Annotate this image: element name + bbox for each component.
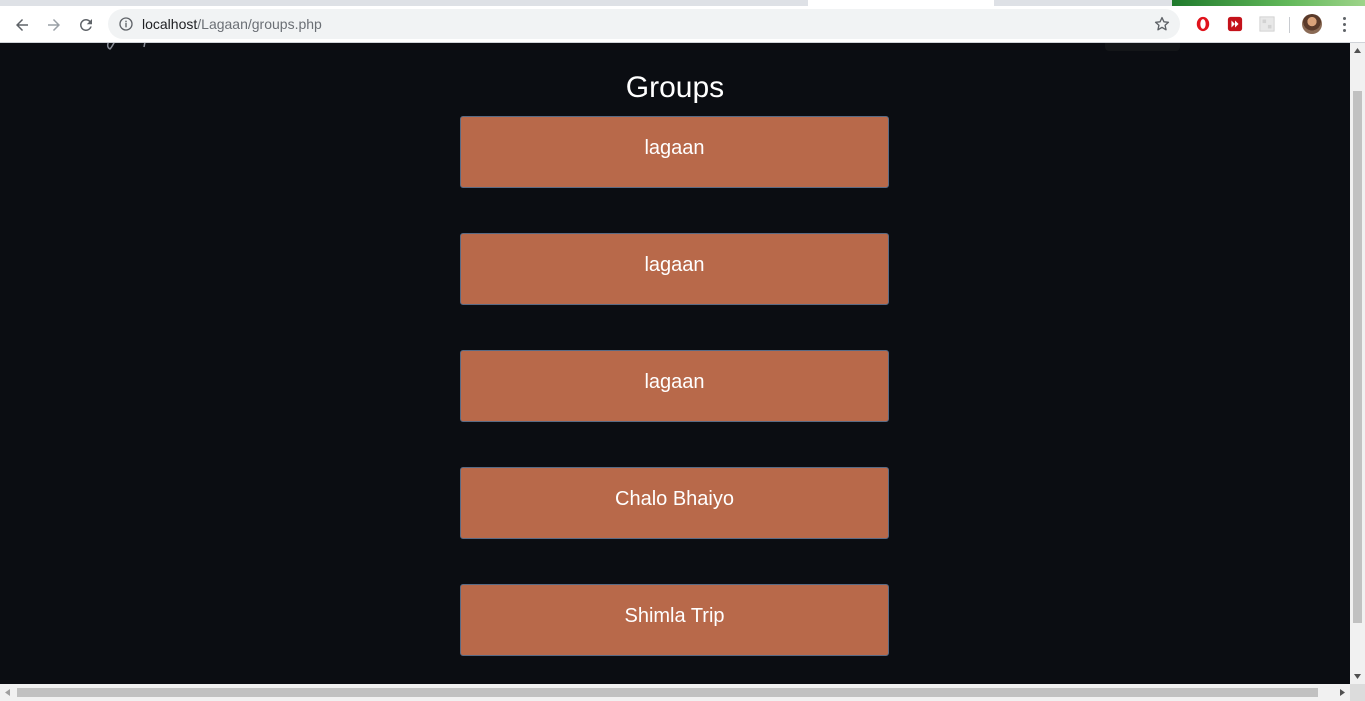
- address-bar[interactable]: localhost/Lagaan/groups.php: [108, 9, 1180, 39]
- group-button[interactable]: lagaan: [460, 116, 889, 188]
- back-button[interactable]: [9, 12, 35, 38]
- browser-toolbar: localhost/Lagaan/groups.php: [0, 6, 1365, 43]
- scroll-left-icon[interactable]: [0, 684, 15, 701]
- info-icon[interactable]: [118, 16, 134, 32]
- url-path: /Lagaan/groups.php: [197, 16, 322, 32]
- forward-button[interactable]: [41, 12, 67, 38]
- group-button[interactable]: lagaan: [460, 233, 889, 305]
- opera-icon: [1196, 16, 1210, 32]
- forward-arrow-icon: [48, 19, 60, 31]
- scrollbar-corner: [1350, 684, 1365, 701]
- reload-icon: [79, 18, 92, 31]
- media-extension[interactable]: [1226, 15, 1244, 33]
- avatar[interactable]: [1302, 14, 1322, 34]
- scroll-right-icon[interactable]: [1335, 684, 1350, 701]
- horizontal-scroll-thumb[interactable]: [17, 688, 1318, 697]
- group-button[interactable]: Chalo Bhaiyo: [460, 467, 889, 539]
- reload-button[interactable]: [73, 12, 99, 38]
- url-text[interactable]: localhost/Lagaan/groups.php: [142, 16, 322, 32]
- group-button[interactable]: lagaan: [460, 350, 889, 422]
- nav-fragment: [1105, 43, 1180, 51]
- url-host: localhost: [142, 16, 198, 32]
- logo-fragment: [106, 43, 146, 50]
- vertical-scroll-thumb[interactable]: [1353, 91, 1362, 623]
- page-title: Groups: [625, 71, 725, 104]
- back-arrow-icon: [16, 19, 28, 31]
- opera-extension[interactable]: [1194, 15, 1212, 33]
- grid-extension-icon: [1259, 16, 1275, 32]
- group-button[interactable]: Shimla Trip: [460, 584, 889, 656]
- horizontal-scrollbar[interactable]: [0, 684, 1350, 701]
- kebab-menu-icon[interactable]: [1334, 14, 1354, 34]
- scroll-up-icon[interactable]: [1350, 43, 1365, 58]
- scroll-down-icon[interactable]: [1350, 669, 1365, 684]
- media-extension-icon: [1227, 16, 1243, 32]
- vertical-scrollbar[interactable]: [1350, 43, 1365, 684]
- toolbar-separator: [1289, 17, 1290, 33]
- groups-list: lagaan lagaan lagaan Chalo Bhaiyo Shimla…: [460, 116, 889, 684]
- page-viewport: Groups lagaan lagaan lagaan Chalo Bhaiyo…: [0, 43, 1350, 684]
- star-icon[interactable]: [1153, 15, 1171, 33]
- grid-extension[interactable]: [1258, 15, 1276, 33]
